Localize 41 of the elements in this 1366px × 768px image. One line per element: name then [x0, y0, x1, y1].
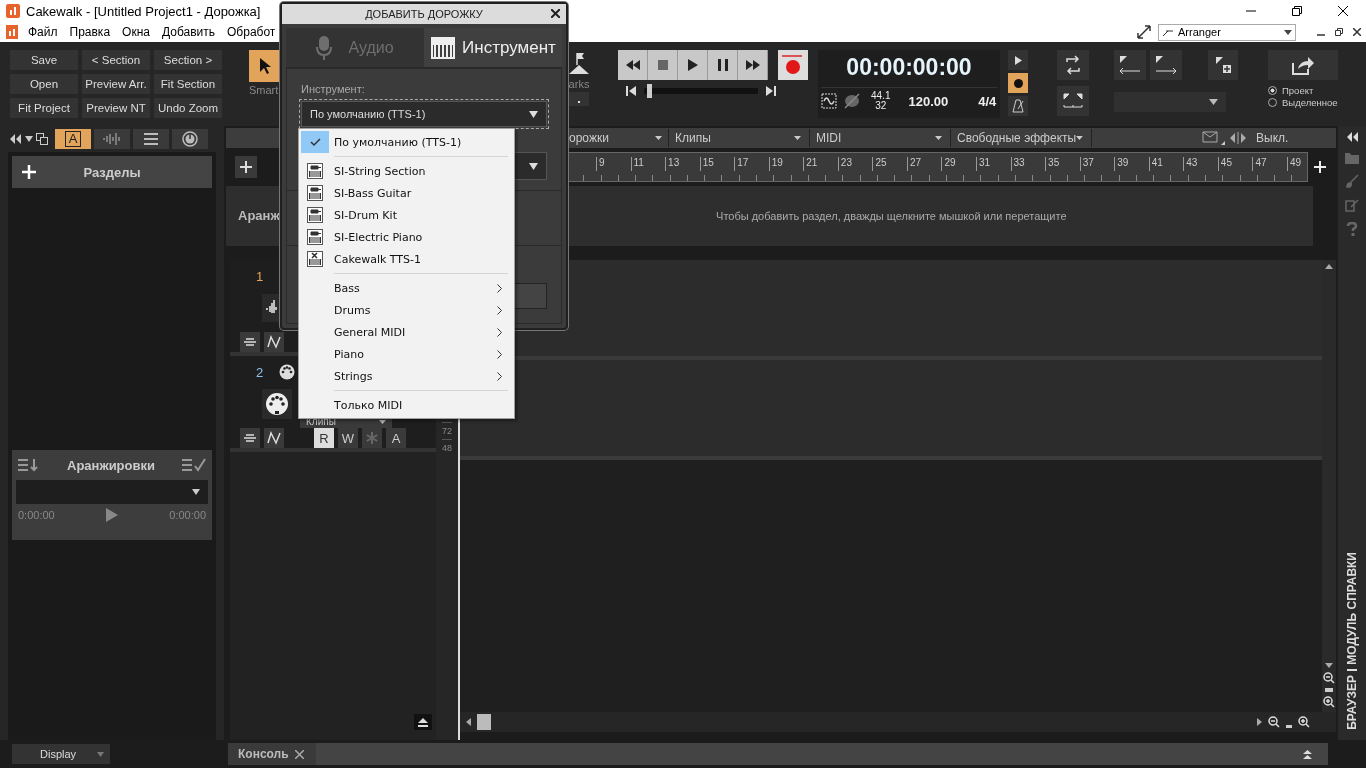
sections-title: Разделы — [82, 164, 142, 180]
window-title: Cakewalk - [Untitled Project1 - Дорожка] — [26, 3, 261, 19]
time-readout: 00:00:00:00 — [846, 54, 972, 81]
arrangements-title: Аранжировки — [67, 457, 155, 473]
sample-rate: 44.1 — [871, 91, 891, 101]
bar-number: 29 — [941, 157, 976, 171]
bar-number: 17 — [734, 157, 769, 171]
bar-number: 37 — [1079, 157, 1115, 171]
field-label: Инструмент: — [301, 83, 366, 95]
bar-number: 39 — [1114, 157, 1149, 171]
bar-number: 49 — [1286, 157, 1322, 171]
track-number: 2 — [256, 364, 264, 380]
bit-depth: 32 — [875, 101, 887, 111]
radio-label: Проект — [1282, 85, 1314, 96]
tool-label: Smart — [249, 84, 279, 96]
velocity-label: 48 — [442, 439, 452, 456]
end-time: 0:00:00 — [169, 509, 206, 521]
bar-number: 47 — [1252, 157, 1287, 171]
track-number: 1 — [256, 268, 264, 284]
bar-number: 13 — [665, 157, 700, 171]
arranger-label: Аранж — [238, 208, 280, 223]
bar-number: 35 — [1045, 157, 1080, 171]
bar-number: 23 — [837, 157, 873, 171]
bar-number: 33 — [1010, 157, 1046, 171]
bar-number: 25 — [872, 157, 907, 171]
bar-number: 43 — [1183, 157, 1218, 171]
bar-number: 31 — [976, 157, 1011, 171]
bar-number: 41 — [1148, 157, 1184, 171]
radio-label: Выделенное — [1282, 97, 1338, 108]
bar-number: 45 — [1217, 157, 1253, 171]
start-time: 0:00:00 — [18, 509, 55, 521]
bar-number: 21 — [803, 157, 838, 171]
bar-number: 15 — [699, 157, 735, 171]
velocity-label: 72 — [442, 422, 452, 439]
bar-number: 11 — [630, 157, 666, 171]
bar-number: 27 — [906, 157, 942, 171]
markers-label: arks — [568, 78, 590, 90]
bar-number: 9 — [596, 157, 631, 171]
bar-number: 19 — [768, 157, 804, 171]
dialog-title: ДОБАВИТЬ ДОРОЖКУ — [365, 8, 483, 20]
arranger-hint: Чтобы добавить раздел, дважды щелкните мышкой или перетащите — [715, 210, 1068, 222]
